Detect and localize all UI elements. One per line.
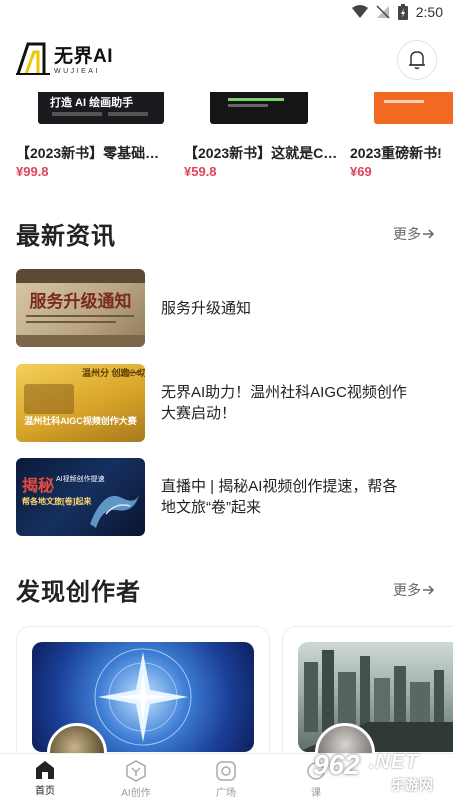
section-title: 发现创作者 (16, 579, 141, 606)
news-thumb-year: 2024 (120, 368, 141, 378)
no-signal-icon (376, 5, 390, 19)
news-title: 直播中 | 揭秘AI视频创作提速，帮各地文旅“卷”起来 (161, 478, 398, 516)
news-thumb-text: 服务升级通知 (29, 292, 132, 311)
news-thumb-text: 温州社科AIGC视频创作大赛 (24, 416, 137, 426)
book-title: 【2023新书】零基础… (16, 145, 160, 161)
ai-create-icon (126, 760, 146, 782)
section-title: 最新资讯 (16, 223, 116, 250)
logo-title: 无界AI (54, 46, 114, 67)
status-time: 2:50 (415, 4, 443, 20)
logo-subtitle: WUJIEAI (54, 68, 100, 75)
book-card[interactable]: 2023重磅新书! ¥69 (350, 92, 453, 182)
book-title: 2023重磅新书! (350, 145, 442, 161)
book-price: ¥59.8 (184, 164, 217, 179)
news-item[interactable]: 温州分 创造一切新 2024 温州社科AIGC视频创作大赛 无界AI助力！温州社… (16, 364, 436, 444)
news-thumb-sub2: 帮各地文旅[卷]起来 (22, 497, 92, 506)
news-title: 服务升级通知 (161, 299, 252, 317)
book-title: 【2023新书】这就是C… (184, 145, 338, 161)
news-thumb: 揭秘 AI视频创作提速 帮各地文旅[卷]起来 (16, 458, 145, 536)
book-cover (374, 92, 453, 124)
nav-square[interactable]: 广场 (196, 760, 256, 799)
book-price: ¥69 (350, 164, 372, 179)
watermark-number: 962 (313, 749, 360, 780)
nav-home[interactable]: 首页 (15, 760, 75, 797)
status-icons: 2:50 (351, 4, 443, 20)
dragon-image (90, 490, 140, 528)
news-more-link[interactable]: 更多 (393, 224, 435, 244)
bell-icon (409, 51, 425, 70)
book-price: ¥99.8 (16, 164, 49, 179)
news-thumb: 服务升级通知 (16, 269, 145, 347)
book-card[interactable]: 【2023新书】这就是C… ¥59.8 (184, 92, 344, 182)
creators-more-link[interactable]: 更多 (393, 580, 435, 600)
wifi-icon (351, 5, 368, 18)
app-logo[interactable]: 无界AI WUJIEAI (16, 40, 113, 76)
square-icon (216, 761, 236, 781)
app-header: 无界AI WUJIEAI (0, 32, 453, 92)
status-bar: 2:50 (0, 0, 453, 26)
more-label: 更多 (393, 226, 421, 242)
battery-icon (397, 4, 408, 20)
creator-card[interactable] (16, 626, 270, 756)
news-item[interactable]: 揭秘 AI视频创作提速 帮各地文旅[卷]起来 直播中 | 揭秘AI视频创作提速，… (16, 458, 436, 538)
news-thumb-sub: AI视频创作提速 (56, 476, 105, 483)
book-cover-text: 打造 AI 绘画助手 (50, 97, 134, 109)
creators-section-header: 发现创作者 更多 (0, 568, 453, 608)
book-cover (210, 92, 308, 124)
arrow-right-icon (423, 585, 435, 595)
nav-label: 广场 (216, 788, 236, 799)
watermark-name: 乐游网 (391, 777, 433, 793)
news-thumb: 温州分 创造一切新 2024 温州社科AIGC视频创作大赛 (16, 364, 145, 442)
news-thumb-text: 揭秘 (22, 478, 55, 495)
more-label: 更多 (393, 582, 421, 598)
nav-label: AI创作 (121, 788, 151, 799)
news-item[interactable]: 服务升级通知 服务升级通知 (16, 269, 436, 349)
arrow-right-icon (423, 229, 435, 239)
book-cover: 打造 AI 绘画助手 (38, 92, 164, 124)
logo-mark-icon (16, 42, 50, 75)
book-list: 打造 AI 绘画助手 【2023新书】零基础… ¥99.8 【2023新书】这就… (0, 92, 453, 182)
creator-list (0, 626, 453, 756)
watermark-domain: .NET (369, 751, 419, 773)
home-icon (36, 761, 54, 779)
creator-card[interactable] (282, 626, 453, 756)
book-card[interactable]: 打造 AI 绘画助手 【2023新书】零基础… ¥99.8 (16, 92, 176, 182)
notification-button[interactable] (397, 40, 437, 80)
news-section-header: 最新资讯 更多 (0, 212, 453, 252)
nav-ai-create[interactable]: AI创作 (106, 760, 166, 799)
site-watermark: 962 .NET 乐游网 (307, 749, 447, 797)
nav-label: 首页 (35, 786, 55, 797)
news-title: 无界AI助力！温州社科AIGC视频创作大赛启动！ (161, 384, 407, 422)
